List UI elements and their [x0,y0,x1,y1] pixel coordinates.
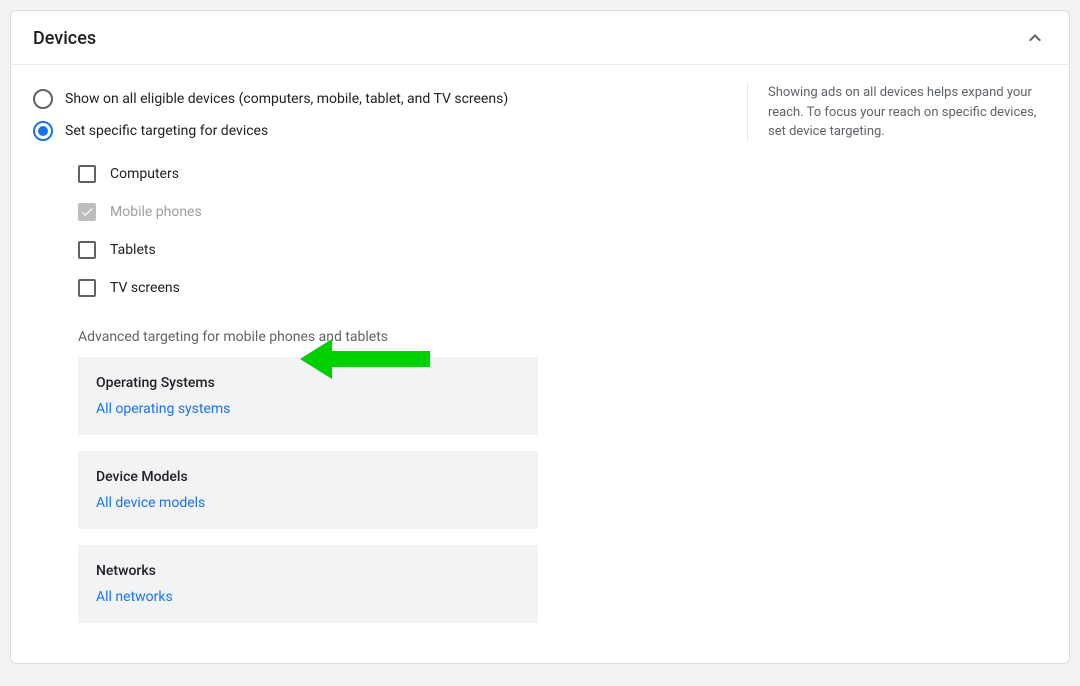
collapse-toggle[interactable] [1023,26,1047,50]
left-column: Show on all eligible devices (computers,… [33,83,727,639]
device-checkbox-group: Computers Mobile phones Tablets [33,155,727,307]
chevron-up-icon [1023,26,1047,50]
adv-card-models-title: Device Models [96,469,520,485]
checkbox-mobile-label: Mobile phones [110,204,202,220]
advanced-targeting-label: Advanced targeting for mobile phones and… [78,329,727,345]
radio-all-label: Show on all eligible devices (computers,… [65,91,508,107]
radio-all-devices[interactable]: Show on all eligible devices (computers,… [33,83,727,115]
checkbox-tv-screens[interactable]: TV screens [78,269,727,307]
checkbox-icon [78,241,96,259]
checkbox-computers-label: Computers [110,166,179,182]
checkbox-tv-label: TV screens [110,280,180,296]
card-title: Devices [33,28,96,49]
adv-card-networks-title: Networks [96,563,520,579]
adv-card-networks-link[interactable]: All networks [96,589,173,605]
help-text: Showing ads on all devices helps expand … [747,83,1047,142]
checkbox-icon [78,279,96,297]
checkbox-icon [78,165,96,183]
adv-card-networks[interactable]: Networks All networks [78,545,538,623]
checkbox-mobile-phones[interactable]: Mobile phones [78,193,727,231]
adv-card-os-link[interactable]: All operating systems [96,401,230,417]
devices-card: Devices Show on all eligible devices (co… [10,10,1070,664]
checkbox-computers[interactable]: Computers [78,155,727,193]
radio-specific-devices[interactable]: Set specific targeting for devices [33,115,727,147]
adv-card-operating-systems[interactable]: Operating Systems All operating systems [78,357,538,435]
adv-card-device-models[interactable]: Device Models All device models [78,451,538,529]
checkbox-tablets-label: Tablets [110,242,156,258]
card-header: Devices [11,11,1069,65]
radio-icon-selected [33,121,53,141]
radio-icon [33,89,53,109]
checkbox-icon-checked-disabled [78,203,96,221]
card-body: Show on all eligible devices (computers,… [11,65,1069,663]
adv-card-models-link[interactable]: All device models [96,495,205,511]
advanced-cards: Operating Systems All operating systems … [78,357,538,623]
check-icon [80,205,94,219]
radio-specific-label: Set specific targeting for devices [65,123,268,139]
checkbox-tablets[interactable]: Tablets [78,231,727,269]
adv-card-os-title: Operating Systems [96,375,520,391]
